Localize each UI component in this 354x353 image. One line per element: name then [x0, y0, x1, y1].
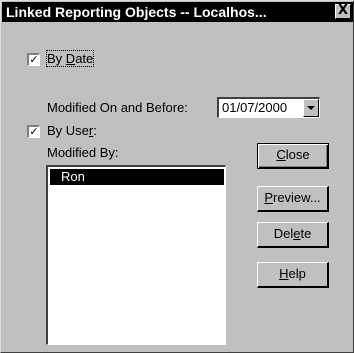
date-dropdown[interactable]: 01/07/2000: [217, 97, 320, 118]
title-bar[interactable]: Linked Reporting Objects -- Localhos... …: [2, 2, 353, 22]
modified-by-label: Modified By:: [47, 145, 119, 160]
chevron-down-icon[interactable]: [303, 99, 319, 117]
help-button-accelerator: H: [279, 266, 289, 281]
window-title: Linked Reporting Objects -- Localhos...: [6, 4, 267, 20]
close-button-accelerator: C: [276, 147, 286, 162]
help-button-text-end: elp: [288, 266, 306, 281]
close-button-text-end: lose: [285, 147, 310, 162]
by-date-accelerator: D: [65, 51, 76, 66]
by-date-label-text: By: [47, 51, 66, 66]
by-date-label-text-end: ate: [75, 51, 94, 66]
close-button[interactable]: Close: [257, 143, 329, 169]
by-date-checkbox[interactable]: ✓: [27, 53, 40, 66]
modified-on-label: Modified On and Before:: [47, 100, 188, 115]
preview-button-text-end: review...: [272, 190, 321, 205]
linked-reporting-objects-dialog: Linked Reporting Objects -- Localhos... …: [0, 0, 354, 353]
delete-button-text: Del: [273, 226, 294, 241]
delete-button[interactable]: Delete: [257, 222, 329, 248]
delete-button-text-end: te: [300, 226, 312, 241]
by-user-checkbox[interactable]: ✓: [27, 125, 40, 138]
preview-button[interactable]: Preview...: [257, 186, 329, 212]
list-item[interactable]: Ron: [50, 169, 224, 185]
by-user-label-text-end: :: [93, 123, 97, 138]
by-user-label-text: By Use: [47, 123, 89, 138]
date-value[interactable]: 01/07/2000: [222, 100, 287, 116]
close-window-button[interactable]: X: [335, 4, 351, 19]
preview-button-accelerator: P: [264, 190, 273, 205]
by-user-label[interactable]: By User:: [47, 123, 97, 138]
by-date-label[interactable]: By Date: [45, 50, 95, 67]
users-listbox[interactable]: Ron: [46, 165, 226, 345]
help-button[interactable]: Help: [257, 262, 329, 288]
